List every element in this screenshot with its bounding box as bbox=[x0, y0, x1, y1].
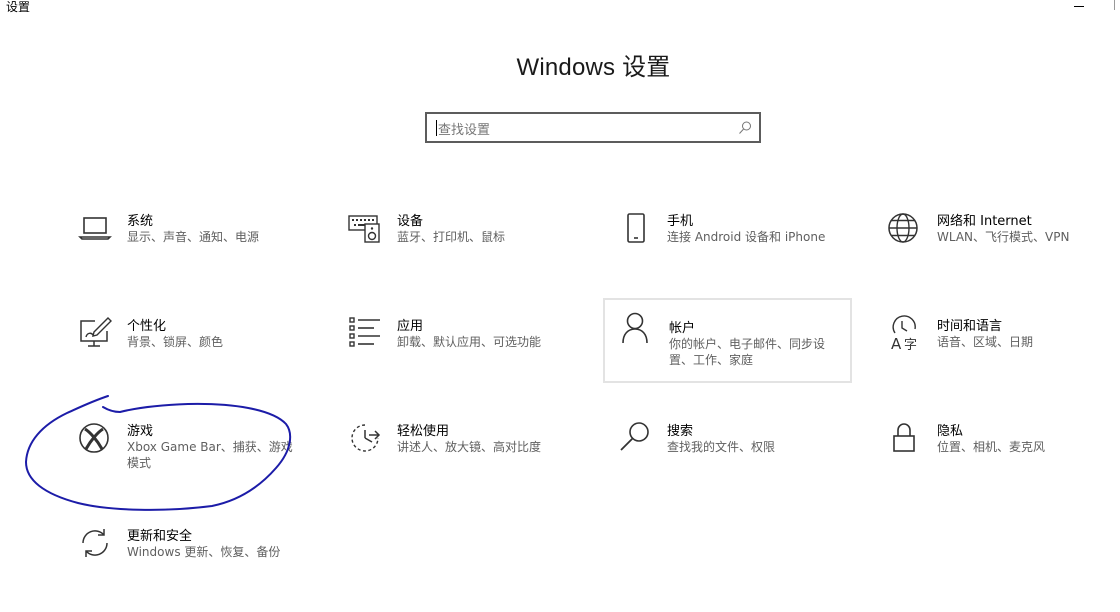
tile-title: 网络和 Internet bbox=[937, 214, 1032, 229]
tile-title: 隐私 bbox=[937, 424, 964, 439]
keyboard-speaker-icon bbox=[347, 210, 383, 246]
tile-title: 搜索 bbox=[667, 424, 694, 439]
tile-description: 你的帐户、电子邮件、同步设置、工作、家庭 bbox=[669, 337, 826, 367]
tile-description: 卸载、默认应用、可选功能 bbox=[397, 335, 542, 349]
window-edge bbox=[1114, 0, 1115, 10]
ease-of-access-icon bbox=[347, 420, 383, 456]
tile-search[interactable]: 搜索 查找我的文件、权限 bbox=[601, 410, 849, 494]
tile-accounts[interactable]: 帐户 你的帐户、电子邮件、同步设置、工作、家庭 bbox=[603, 298, 852, 383]
tile-privacy[interactable]: 隐私 位置、相机、麦克风 bbox=[871, 410, 1119, 494]
tile-title: 游戏 bbox=[127, 424, 154, 439]
tile-title: 个性化 bbox=[127, 319, 167, 334]
tile-system[interactable]: 系统 显示、声音、通知、电源 bbox=[61, 200, 309, 284]
tile-description: 讲述人、放大镜、高对比度 bbox=[397, 440, 542, 454]
tile-title: 更新和安全 bbox=[127, 529, 193, 544]
search-icon bbox=[737, 120, 753, 136]
tile-description: 查找我的文件、权限 bbox=[667, 440, 776, 454]
search-input[interactable]: 查找设置 bbox=[425, 112, 761, 143]
search-placeholder: 查找设置 bbox=[438, 123, 491, 138]
tile-description: 连接 Android 设备和 iPhone bbox=[667, 230, 826, 244]
tile-title: 帐户 bbox=[669, 321, 696, 336]
svg-text:字: 字 bbox=[904, 338, 917, 351]
paint-monitor-icon bbox=[77, 315, 113, 351]
tile-devices[interactable]: 设备 蓝牙、打印机、鼠标 bbox=[331, 200, 579, 284]
settings-window: 设置 Windows 设置 查找设置 系统 显示、声音、通知、电源 设备 蓝牙、… bbox=[0, 0, 1120, 612]
tile-gaming[interactable]: 游戏 Xbox Game Bar、捕获、游戏模式 bbox=[61, 410, 309, 494]
tile-description: 背景、锁屏、颜色 bbox=[127, 335, 224, 349]
window-title: 设置 bbox=[6, 0, 31, 14]
minimize-button[interactable] bbox=[1068, 0, 1090, 14]
tile-description: 蓝牙、打印机、鼠标 bbox=[397, 230, 506, 244]
text-caret bbox=[436, 120, 437, 136]
tile-personalization[interactable]: 个性化 背景、锁屏、颜色 bbox=[61, 305, 309, 389]
page-title: Windows 设置 bbox=[516, 54, 671, 81]
lock-icon bbox=[887, 420, 923, 456]
tile-title: 设备 bbox=[397, 214, 424, 229]
person-icon bbox=[619, 310, 655, 346]
tile-description: Xbox Game Bar、捕获、游戏模式 bbox=[127, 440, 293, 470]
tile-title: 系统 bbox=[127, 214, 154, 229]
tile-description: 位置、相机、麦克风 bbox=[937, 440, 1046, 454]
tile-title: 时间和语言 bbox=[937, 319, 1003, 334]
tile-description: WLAN、飞行模式、VPN bbox=[937, 230, 1070, 244]
tile-description: 显示、声音、通知、电源 bbox=[127, 230, 260, 244]
tile-update-security[interactable]: 更新和安全 Windows 更新、恢复、备份 bbox=[61, 515, 309, 599]
svg-text:A: A bbox=[891, 335, 902, 351]
tile-title: 手机 bbox=[667, 214, 694, 229]
tile-description: 语音、区域、日期 bbox=[937, 335, 1034, 349]
tile-time-language[interactable]: A字 时间和语言 语音、区域、日期 bbox=[871, 305, 1119, 389]
tile-title: 应用 bbox=[397, 319, 424, 334]
tile-network[interactable]: 网络和 Internet WLAN、飞行模式、VPN bbox=[871, 200, 1119, 284]
sync-arrows-icon bbox=[77, 525, 113, 561]
tile-title: 轻松使用 bbox=[397, 424, 450, 439]
time-language-icon: A字 bbox=[887, 315, 923, 351]
tile-apps[interactable]: 应用 卸载、默认应用、可选功能 bbox=[331, 305, 579, 389]
tile-ease-of-access[interactable]: 轻松使用 讲述人、放大镜、高对比度 bbox=[331, 410, 579, 494]
search-magnifier-icon bbox=[617, 420, 653, 456]
laptop-icon bbox=[77, 210, 113, 246]
app-list-icon bbox=[347, 315, 383, 351]
tile-description: Windows 更新、恢复、备份 bbox=[127, 545, 281, 559]
phone-icon bbox=[617, 210, 653, 246]
tile-phone[interactable]: 手机 连接 Android 设备和 iPhone bbox=[601, 200, 849, 284]
globe-icon bbox=[887, 210, 923, 246]
xbox-icon bbox=[77, 420, 113, 456]
